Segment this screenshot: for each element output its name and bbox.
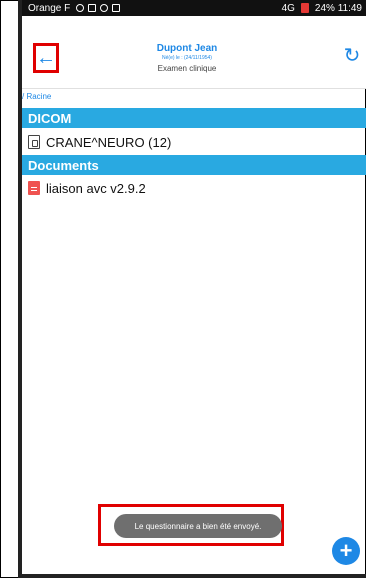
- list-item-label: liaison avc v2.9.2: [46, 180, 146, 196]
- photo-icon: [112, 4, 121, 12]
- section-header-documents: Documents: [22, 155, 366, 175]
- arrow-left-icon: ←: [36, 47, 56, 69]
- app-header: ← Dupont Jean Né(e) le : (24/11/1954) Ex…: [22, 16, 366, 89]
- dicom-file-icon: [28, 135, 40, 149]
- battery-icon: [300, 3, 309, 13]
- document-icon: [28, 181, 40, 195]
- breadcrumb[interactable]: / Racine: [22, 92, 366, 104]
- patient-name: Dupont Jean: [156, 43, 218, 54]
- device-bezel-bottom: [18, 574, 366, 578]
- patient-dob: Né(e) le : (24/11/1954): [162, 55, 212, 61]
- status-icons: [76, 4, 121, 12]
- settings-icon: [76, 4, 85, 12]
- status-left: Orange F: [28, 2, 121, 14]
- refresh-button[interactable]: ↻: [342, 46, 362, 66]
- back-button[interactable]: ←: [33, 43, 59, 73]
- list-item-dicom[interactable]: CRANE^NEURO (12): [22, 131, 366, 153]
- battery-time-label: 24% 11:49: [314, 2, 362, 14]
- signal-label: 4G: [281, 2, 295, 14]
- list-item-document[interactable]: liaison avc v2.9.2: [22, 177, 366, 199]
- header-center: Dupont Jean Né(e) le : (24/11/1954) Exam…: [82, 43, 292, 73]
- status-right: 4G 24% 11:49: [282, 3, 362, 14]
- image-icon: [88, 4, 97, 12]
- section-header-dicom: DICOM: [22, 108, 366, 128]
- status-bar: Orange F 4G 24% 11:49: [22, 0, 366, 16]
- add-button[interactable]: +: [332, 537, 360, 565]
- gear-icon: [100, 4, 109, 12]
- carrier-label: Orange F: [28, 2, 71, 14]
- refresh-icon: ↻: [343, 45, 361, 67]
- exam-title: Examen clinique: [157, 64, 217, 73]
- plus-icon: +: [339, 538, 353, 563]
- list-item-label: CRANE^NEURO (12): [46, 134, 172, 150]
- toast-message: Le questionnaire a bien été envoyé.: [114, 514, 282, 538]
